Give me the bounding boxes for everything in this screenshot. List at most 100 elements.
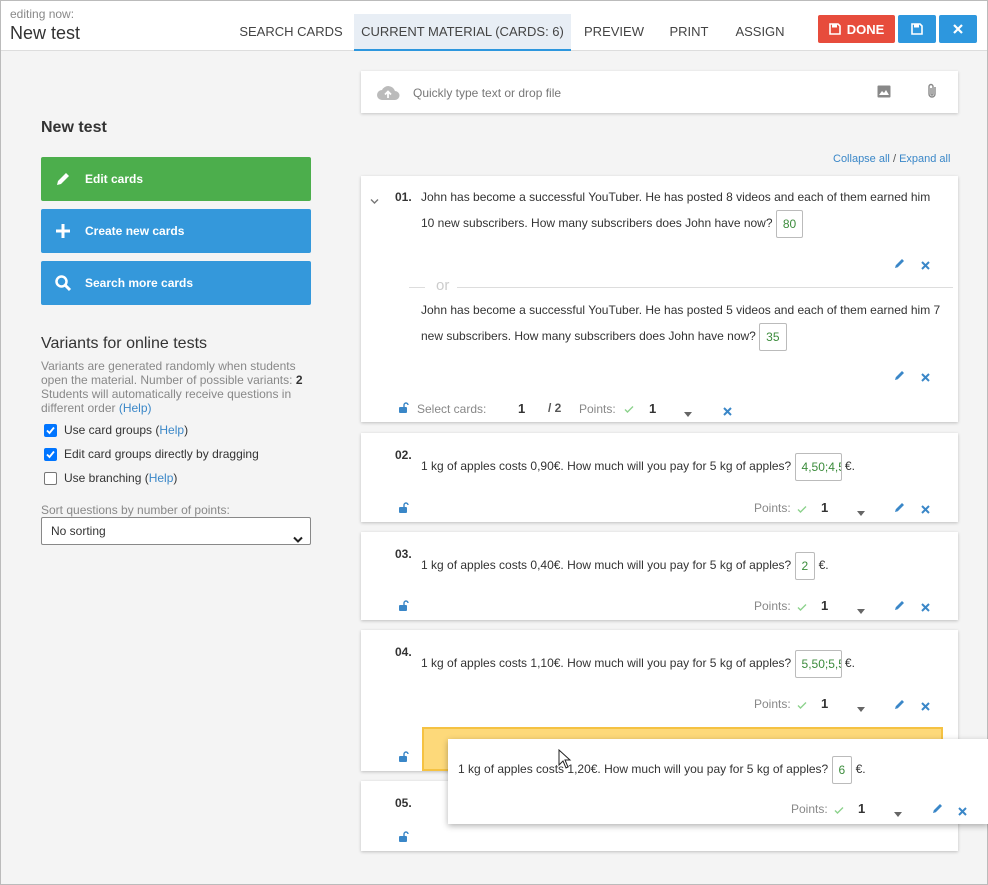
caret-down-icon[interactable]: [857, 505, 865, 519]
delete-icon[interactable]: [921, 503, 930, 517]
tab-assign[interactable]: ASSIGN: [723, 14, 797, 51]
quick-input-bar[interactable]: Quickly type text or drop file: [361, 71, 958, 113]
paperclip-icon[interactable]: [926, 83, 938, 102]
card-number: 04.: [395, 645, 412, 659]
floppy-icon: [911, 23, 923, 35]
quick-input-placeholder[interactable]: Quickly type text or drop file: [413, 86, 561, 100]
delete-icon[interactable]: [921, 700, 930, 714]
edit-cards-button[interactable]: Edit cards: [41, 157, 311, 201]
answer-field[interactable]: 6: [831, 756, 853, 784]
card-number: 03.: [395, 547, 412, 561]
question-text: John has become a successful YouTuber. H…: [421, 184, 946, 238]
pencil-icon[interactable]: [932, 803, 943, 817]
question-text: 1 kg of apples costs 0,40€. How much wil…: [421, 552, 951, 580]
points-label: Points:: [754, 697, 791, 711]
answer-field[interactable]: 35: [759, 323, 787, 351]
card-01: 01. John has become a successful YouTube…: [361, 176, 958, 422]
use-branching-checkbox[interactable]: [44, 471, 57, 485]
points-value[interactable]: 1: [858, 801, 865, 816]
plus-icon: [41, 223, 85, 239]
select-cards-label: Select cards:: [417, 402, 487, 416]
dragged-card[interactable]: 1 kg of apples costs 1,20€. How much wil…: [448, 739, 988, 824]
card-number: 05.: [395, 796, 412, 810]
unlock-icon[interactable]: [398, 831, 409, 845]
editing-caption: editing now:: [10, 7, 75, 21]
points-value[interactable]: 1: [821, 598, 828, 613]
tab-search-cards[interactable]: SEARCH CARDS: [229, 14, 353, 51]
image-icon[interactable]: [877, 85, 891, 101]
search-icon: [41, 274, 85, 292]
tab-current-material[interactable]: CURRENT MATERIAL (CARDS: 6): [354, 14, 571, 51]
delete-icon[interactable]: [921, 259, 930, 273]
chevron-down-icon: [293, 527, 303, 553]
check-icon: [834, 804, 844, 818]
delete-icon[interactable]: [958, 805, 967, 819]
save-button[interactable]: [898, 15, 936, 43]
variants-title: Variants for online tests: [41, 335, 208, 352]
edit-cards-label: Edit cards: [85, 172, 144, 186]
check-icon: [797, 601, 807, 615]
select-cards-value[interactable]: 1: [518, 401, 525, 416]
or-divider: [409, 287, 425, 288]
points-value[interactable]: 1: [821, 696, 828, 711]
answer-field[interactable]: 80: [775, 210, 804, 238]
create-cards-button[interactable]: Create new cards: [41, 209, 311, 253]
answer-field[interactable]: 5,50;5,5: [794, 650, 842, 678]
done-label: DONE: [846, 21, 885, 37]
points-value[interactable]: 1: [821, 500, 828, 515]
search-cards-button[interactable]: Search more cards: [41, 261, 311, 305]
select-cards-total: / 2: [548, 401, 562, 415]
expand-all-link[interactable]: Expand all: [899, 153, 950, 165]
collapse-all-link[interactable]: Collapse all: [833, 153, 890, 165]
sort-select[interactable]: No sorting: [41, 517, 311, 545]
drag-groups-checkbox[interactable]: [44, 447, 57, 461]
cursor-icon: [558, 748, 572, 772]
pencil-icon[interactable]: [894, 258, 905, 272]
points-label: Points:: [754, 599, 791, 613]
cloud-upload-icon: [376, 84, 400, 104]
caret-down-icon[interactable]: [684, 406, 692, 420]
help-link[interactable]: Help: [159, 423, 184, 437]
unlock-icon[interactable]: [398, 600, 409, 614]
check-icon: [797, 503, 807, 517]
use-card-groups-option[interactable]: Use card groups (Help): [44, 423, 188, 437]
use-card-groups-checkbox[interactable]: [44, 423, 57, 437]
unlock-icon[interactable]: [398, 402, 409, 416]
drag-groups-option[interactable]: Edit card groups directly by dragging: [44, 447, 259, 461]
use-branching-option[interactable]: Use branching (Help): [44, 471, 177, 485]
card-03: 03. 1 kg of apples costs 0,40€. How much…: [361, 532, 958, 620]
check-icon: [624, 403, 634, 417]
pencil-icon[interactable]: [894, 699, 905, 713]
caret-down-icon[interactable]: [857, 603, 865, 617]
caret-down-icon[interactable]: [857, 701, 865, 715]
points-value[interactable]: 1: [649, 401, 656, 416]
question-text: 1 kg of apples costs 1,10€. How much wil…: [421, 650, 951, 678]
points-label: Points:: [754, 501, 791, 515]
pencil-icon[interactable]: [894, 600, 905, 614]
check-icon: [797, 699, 807, 713]
pencil-icon: [41, 170, 85, 188]
tab-preview[interactable]: PREVIEW: [573, 14, 655, 51]
material-title: New test: [10, 23, 81, 43]
search-cards-label: Search more cards: [85, 276, 194, 290]
help-link[interactable]: Help: [149, 471, 174, 485]
caret-down-icon[interactable]: [894, 806, 902, 820]
unlock-icon[interactable]: [398, 502, 409, 516]
delete-icon[interactable]: [921, 601, 930, 615]
pencil-icon[interactable]: [894, 370, 905, 384]
tab-print[interactable]: PRINT: [657, 14, 721, 51]
sidebar-title: New test: [41, 119, 107, 136]
answer-field[interactable]: 4,50;4,5: [794, 453, 842, 481]
chevron-down-icon[interactable]: [370, 194, 379, 208]
help-link[interactable]: (Help): [119, 401, 152, 415]
delete-icon[interactable]: [921, 371, 930, 385]
delete-icon[interactable]: [723, 405, 732, 419]
card-number: 02.: [395, 448, 412, 462]
card-number: 01.: [395, 190, 412, 204]
unlock-icon[interactable]: [398, 751, 409, 765]
answer-field[interactable]: 2: [794, 552, 816, 580]
top-bar: editing now: New test SEARCH CARDS CURRE…: [1, 1, 987, 51]
close-button[interactable]: [939, 15, 977, 43]
pencil-icon[interactable]: [894, 502, 905, 516]
done-button[interactable]: DONE: [818, 15, 895, 43]
